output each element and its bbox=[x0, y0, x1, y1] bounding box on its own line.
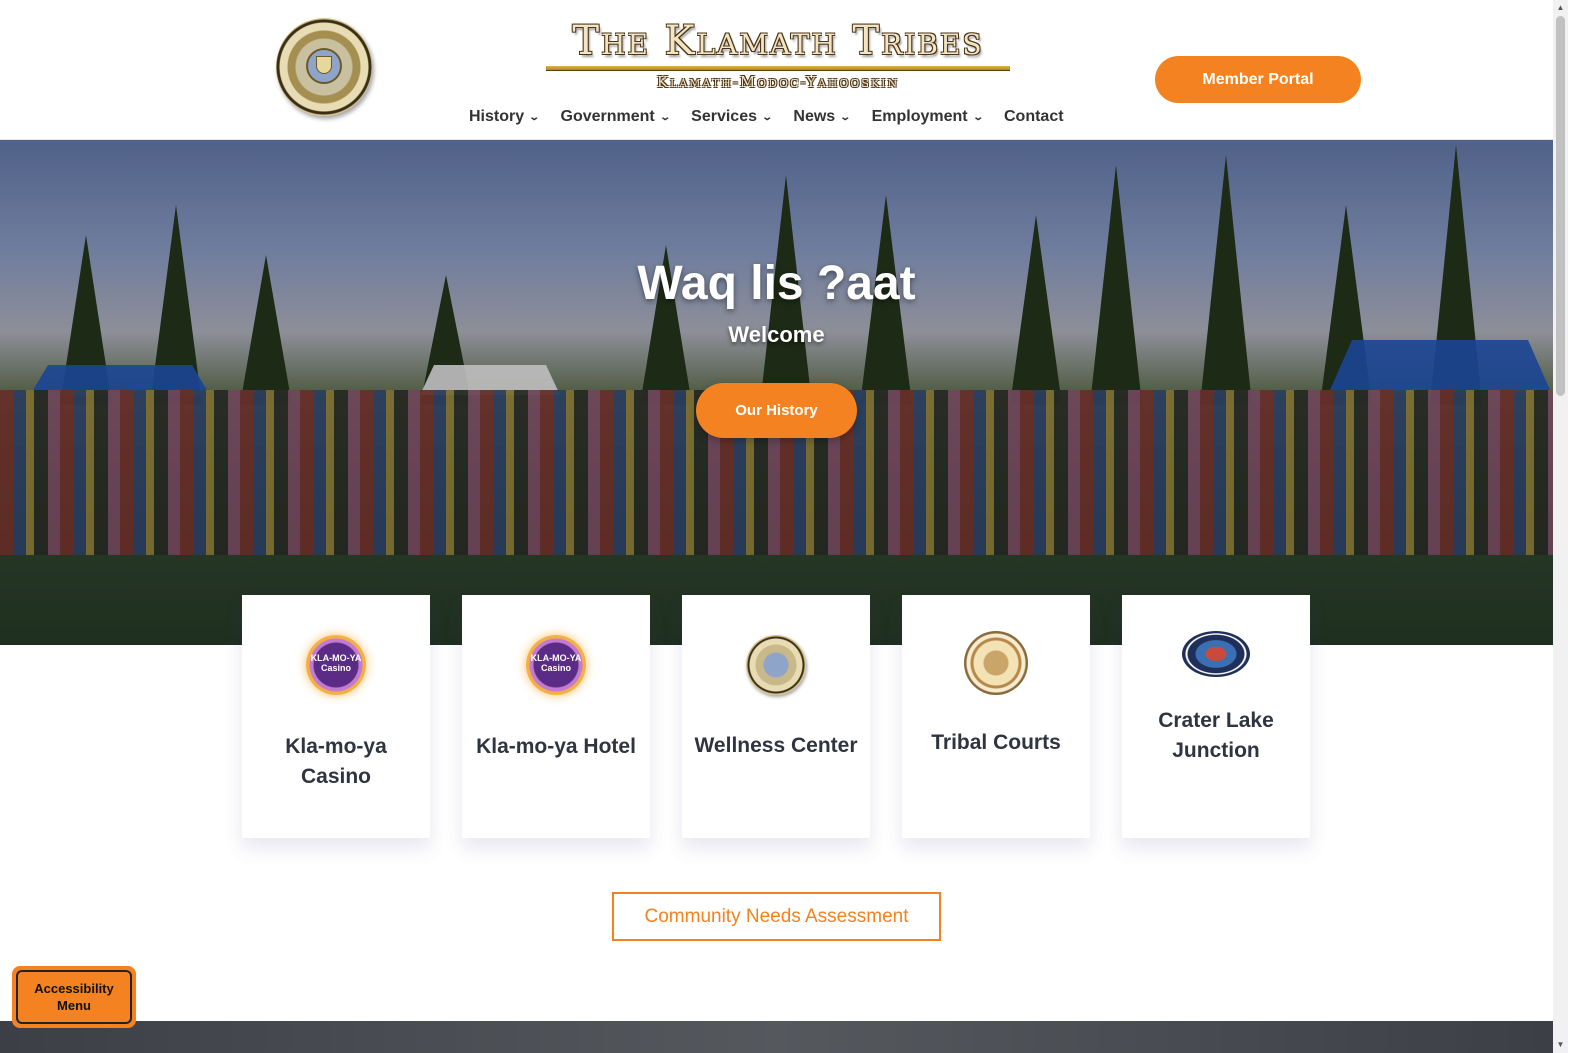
hero-banner: Waq lis ?aat Welcome Our History bbox=[0, 140, 1553, 645]
card-title: Tribal Courts bbox=[931, 731, 1061, 754]
main-nav: History ⌄ Government ⌄ Services ⌄ News ⌄… bbox=[469, 108, 1086, 126]
nav-item-government[interactable]: Government ⌄ bbox=[560, 108, 671, 126]
chevron-down-icon: ⌄ bbox=[659, 111, 671, 123]
seal-shield-icon bbox=[316, 56, 332, 74]
chevron-down-icon: ⌄ bbox=[761, 111, 774, 123]
accessibility-menu-button[interactable]: Accessibility Menu bbox=[12, 966, 136, 1028]
nav-label: Employment bbox=[871, 108, 968, 125]
card-tribal-courts[interactable]: Tribal Courts bbox=[902, 595, 1090, 838]
nav-label: Services bbox=[691, 108, 757, 125]
community-needs-assessment-button[interactable]: Community Needs Assessment bbox=[612, 892, 941, 941]
page-scrollbar[interactable]: ▲ ▼ bbox=[1553, 0, 1568, 1053]
card-title: Crater Lake Junction bbox=[1158, 709, 1274, 762]
brand-wordmark[interactable]: The Klamath Tribes Klamath-Modoc-Yahoosk… bbox=[538, 18, 1018, 91]
card-title: Kla-mo-ya Hotel bbox=[476, 735, 636, 758]
card-kla-mo-ya-casino[interactable]: KLA-MO-YA Casino Kla-mo-ya Casino bbox=[242, 595, 430, 838]
scroll-down-arrow-icon[interactable]: ▼ bbox=[1556, 1040, 1565, 1049]
hero-title: Waq lis ?aat bbox=[637, 257, 916, 310]
klamath-tribes-seal-icon bbox=[746, 635, 806, 695]
hero-subtitle: Welcome bbox=[728, 322, 825, 347]
accessibility-menu-label: Accessibility Menu bbox=[16, 970, 132, 1024]
crater-lake-travel-center-icon bbox=[1182, 631, 1250, 677]
brand-title: The Klamath Tribes bbox=[572, 18, 984, 64]
nav-label: History bbox=[469, 108, 525, 125]
chevron-down-icon: ⌄ bbox=[528, 111, 541, 123]
logo-text: KLA-MO-YA Casino bbox=[530, 653, 582, 673]
scrollbar-thumb[interactable] bbox=[1556, 16, 1565, 396]
service-cards: KLA-MO-YA Casino Kla-mo-ya Casino KLA-MO… bbox=[242, 595, 1342, 838]
nav-label: News bbox=[793, 108, 836, 125]
site-header: The Klamath Tribes Klamath-Modoc-Yahoosk… bbox=[0, 0, 1553, 140]
card-crater-lake-junction[interactable]: Crater Lake Junction bbox=[1122, 595, 1310, 838]
brand-subtitle: Klamath-Modoc-Yahooskin bbox=[656, 73, 900, 91]
logo-text: KLA-MO-YA Casino bbox=[310, 653, 362, 673]
chevron-down-icon: ⌄ bbox=[839, 111, 852, 123]
member-portal-button[interactable]: Member Portal bbox=[1155, 56, 1361, 103]
kla-mo-ya-casino-logo-icon: KLA-MO-YA Casino bbox=[306, 635, 366, 695]
klamath-tribes-seal-logo[interactable] bbox=[276, 18, 372, 116]
nav-item-history[interactable]: History ⌄ bbox=[469, 108, 541, 126]
footer-banner bbox=[0, 1021, 1553, 1053]
nav-label: Government bbox=[560, 108, 655, 125]
tribal-courts-seal-icon bbox=[964, 631, 1028, 695]
nav-item-contact[interactable]: Contact bbox=[1004, 108, 1064, 126]
nav-item-employment[interactable]: Employment ⌄ bbox=[871, 108, 984, 126]
nav-item-news[interactable]: News ⌄ bbox=[793, 108, 852, 126]
card-title: Kla-mo-ya Casino bbox=[285, 735, 387, 788]
our-history-button[interactable]: Our History bbox=[696, 383, 857, 438]
card-kla-mo-ya-hotel[interactable]: KLA-MO-YA Casino Kla-mo-ya Hotel bbox=[462, 595, 650, 838]
card-title: Wellness Center bbox=[694, 734, 858, 757]
nav-label: Contact bbox=[1003, 108, 1064, 125]
card-wellness-center[interactable]: Wellness Center bbox=[682, 595, 870, 838]
nav-item-services[interactable]: Services ⌄ bbox=[691, 108, 774, 126]
scroll-up-arrow-icon[interactable]: ▲ bbox=[1556, 3, 1565, 12]
brand-rule bbox=[546, 66, 1010, 71]
kla-mo-ya-casino-logo-icon: KLA-MO-YA Casino bbox=[526, 635, 586, 695]
chevron-down-icon: ⌄ bbox=[971, 111, 984, 123]
